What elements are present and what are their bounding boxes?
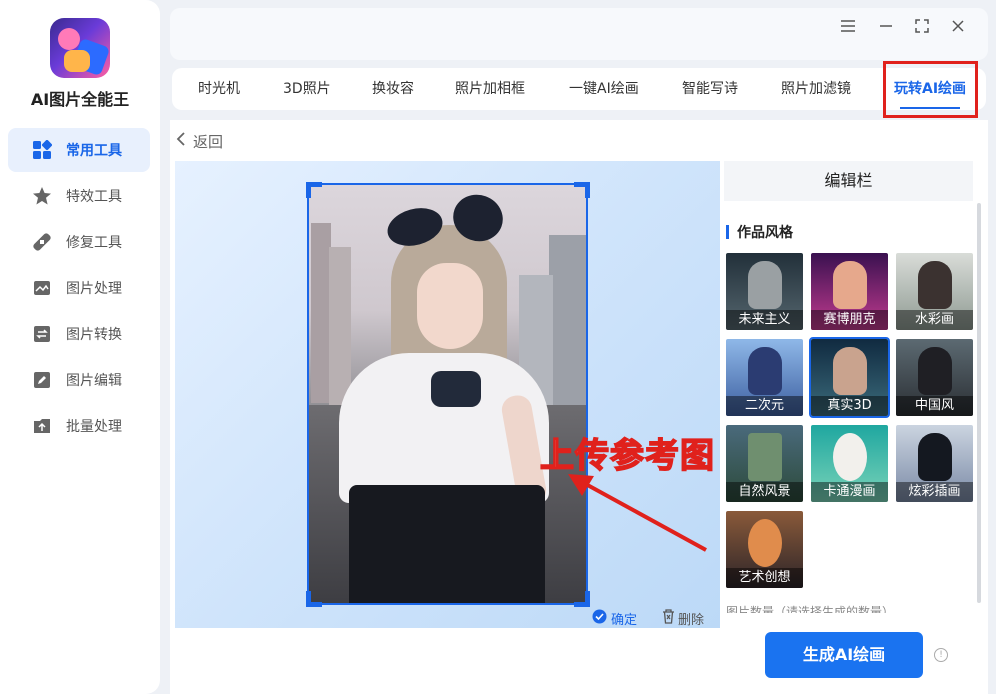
image-icon	[32, 278, 52, 298]
sidebar-item-label: 特效工具	[66, 189, 122, 205]
style-label: 中国风	[896, 396, 973, 416]
maximize-icon[interactable]	[912, 16, 932, 36]
style-card-cartoon[interactable]: 卡通漫画	[811, 425, 888, 502]
tab-3d-photo[interactable]: 3D照片	[283, 68, 331, 110]
style-card-watercolor[interactable]: 水彩画	[896, 253, 973, 330]
close-icon[interactable]	[948, 16, 968, 36]
sidebar-item-label: 批量处理	[66, 419, 122, 435]
reference-photo[interactable]	[307, 183, 588, 605]
crop-handle-top-right[interactable]	[574, 182, 590, 198]
style-label: 炫彩插画	[896, 482, 973, 502]
style-label: 水彩画	[896, 310, 973, 330]
app-logo	[50, 18, 110, 78]
chevron-left-icon	[176, 132, 185, 150]
style-label: 艺术创想	[726, 568, 803, 588]
sidebar-item-label: 图片转换	[66, 327, 122, 343]
sidebar-item-batch[interactable]: 批量处理	[8, 404, 150, 448]
sidebar-item-effects[interactable]: 特效工具	[8, 174, 150, 218]
app-name: AI图片全能王	[30, 90, 130, 109]
convert-icon	[32, 324, 52, 344]
info-icon[interactable]: !	[934, 648, 948, 662]
back-label: 返回	[193, 132, 224, 151]
style-card-art-creation[interactable]: 艺术创想	[726, 511, 803, 588]
style-label: 真实3D	[811, 396, 888, 416]
tab-one-click-ai[interactable]: 一键AI绘画	[569, 68, 639, 110]
annotation-arrow-icon	[568, 474, 707, 552]
sidebar: AI图片全能王 常用工具 特效工具 修复工具 图片处理 图片转换 图片编辑 批量…	[0, 0, 160, 694]
tab-makeup[interactable]: 换妆容	[372, 68, 414, 110]
upload-icon	[32, 416, 52, 436]
crop-handle-bottom-right[interactable]	[574, 591, 590, 607]
sidebar-item-label: 常用工具	[66, 143, 122, 159]
menu-icon[interactable]	[838, 16, 858, 36]
image-count-section-title: 图片数量（请选择生成的数量）	[726, 605, 895, 613]
tab-photo-frame[interactable]: 照片加相框	[455, 68, 525, 110]
style-card-realistic-3d[interactable]: 真实3D	[809, 337, 890, 418]
edit-panel-title: 编辑栏	[724, 161, 973, 201]
tab-time-machine[interactable]: 时光机	[198, 68, 240, 110]
sidebar-item-label: 图片处理	[66, 281, 122, 297]
style-label: 未来主义	[726, 310, 803, 330]
check-circle-icon	[592, 609, 607, 628]
tab-filter[interactable]: 照片加滤镜	[781, 68, 851, 110]
style-card-anime[interactable]: 二次元	[726, 339, 803, 416]
bandage-icon	[32, 232, 52, 252]
edit-icon	[32, 370, 52, 390]
style-section-label: 作品风格	[737, 225, 793, 241]
sidebar-item-image-processing[interactable]: 图片处理	[8, 266, 150, 310]
style-label: 二次元	[726, 396, 803, 416]
title-bar	[170, 8, 988, 60]
trash-icon	[662, 609, 675, 628]
sidebar-item-label: 图片编辑	[66, 373, 122, 389]
sidebar-item-image-convert[interactable]: 图片转换	[8, 312, 150, 356]
style-card-colorful-illustration[interactable]: 炫彩插画	[896, 425, 973, 502]
sidebar-item-repair[interactable]: 修复工具	[8, 220, 150, 264]
style-label: 卡通漫画	[811, 482, 888, 502]
annotation-highlight-box	[883, 61, 978, 118]
tab-poem[interactable]: 智能写诗	[682, 68, 738, 110]
delete-label: 删除	[678, 613, 705, 628]
panel-scrollbar[interactable]	[977, 203, 981, 603]
confirm-button[interactable]: 确定	[592, 609, 637, 628]
style-label: 自然风景	[726, 482, 803, 502]
star-icon	[32, 186, 52, 206]
confirm-label: 确定	[611, 613, 638, 628]
minimize-icon[interactable]	[876, 16, 896, 36]
style-card-nature[interactable]: 自然风景	[726, 425, 803, 502]
grid-icon	[32, 140, 52, 160]
style-label: 赛博朋克	[811, 310, 888, 330]
style-card-cyberpunk[interactable]: 赛博朋克	[811, 253, 888, 330]
sidebar-item-label: 修复工具	[66, 235, 122, 251]
style-card-futurism[interactable]: 未来主义	[726, 253, 803, 330]
crop-handle-top-left[interactable]	[306, 182, 322, 198]
delete-button[interactable]: 删除	[662, 609, 704, 628]
style-section-title: 作品风格	[726, 222, 793, 242]
crop-handle-bottom-left[interactable]	[306, 591, 322, 607]
style-card-chinese-style[interactable]: 中国风	[896, 339, 973, 416]
sidebar-item-common-tools[interactable]: 常用工具	[8, 128, 150, 172]
back-button[interactable]: 返回	[176, 130, 223, 152]
generate-ai-painting-button[interactable]: 生成AI绘画	[765, 632, 923, 678]
sidebar-item-image-edit[interactable]: 图片编辑	[8, 358, 150, 402]
